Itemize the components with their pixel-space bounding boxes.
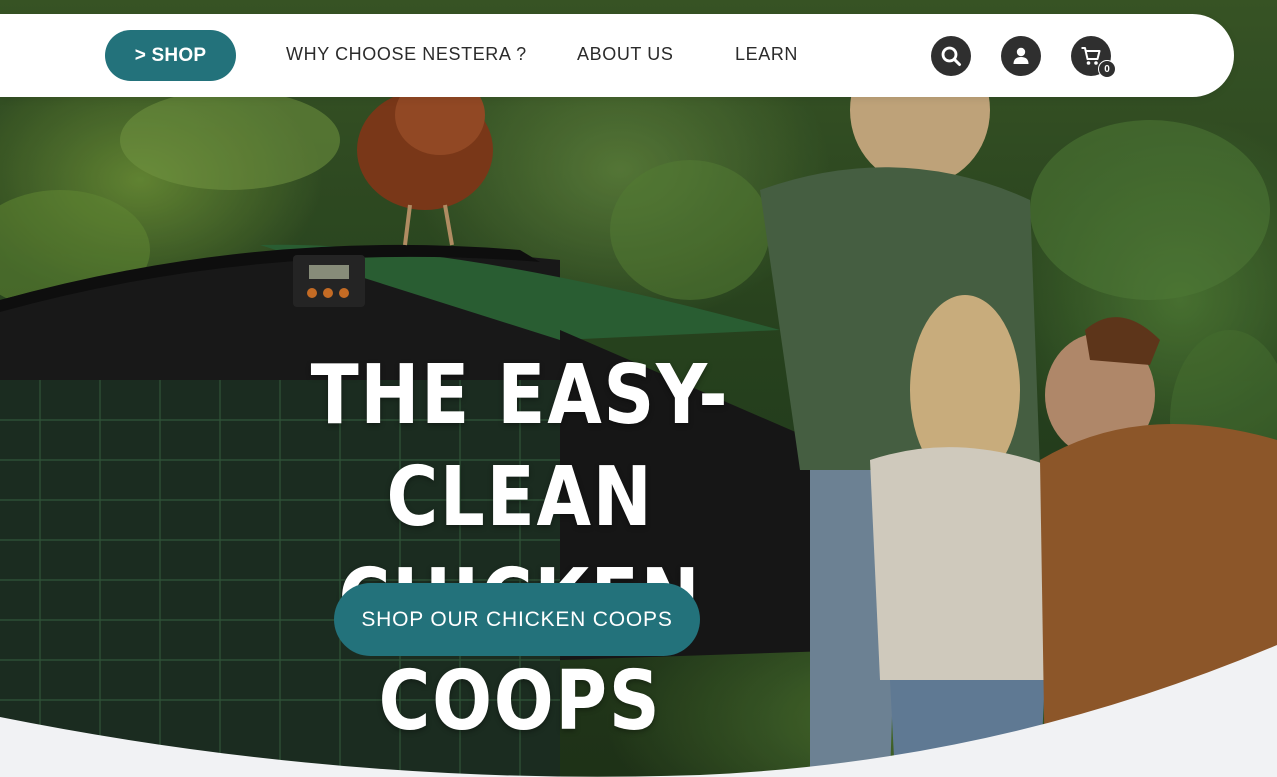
cart-button[interactable]: 0 — [1071, 36, 1116, 78]
search-button[interactable] — [931, 36, 971, 76]
nav-link-about-us[interactable]: ABOUT US — [577, 44, 674, 65]
user-icon — [1013, 47, 1029, 64]
top-navigation-bar: > SHOP WHY CHOOSE NESTERA ? ABOUT US LEA… — [0, 14, 1234, 97]
nav-link-why-choose-nestera[interactable]: WHY CHOOSE NESTERA ? — [286, 44, 527, 65]
search-icon — [941, 46, 961, 66]
account-button[interactable] — [1001, 36, 1041, 76]
cart-count-badge: 0 — [1098, 60, 1116, 78]
bottom-wave-divider — [0, 645, 1277, 777]
headline-line-1: THE EASY-CLEAN — [310, 348, 730, 545]
hero-section: THE EASY-CLEAN CHICKEN COOPS SHOP OUR CH… — [0, 0, 1277, 777]
nav-link-learn[interactable]: LEARN — [735, 44, 798, 65]
shop-button[interactable]: > SHOP — [105, 30, 236, 81]
